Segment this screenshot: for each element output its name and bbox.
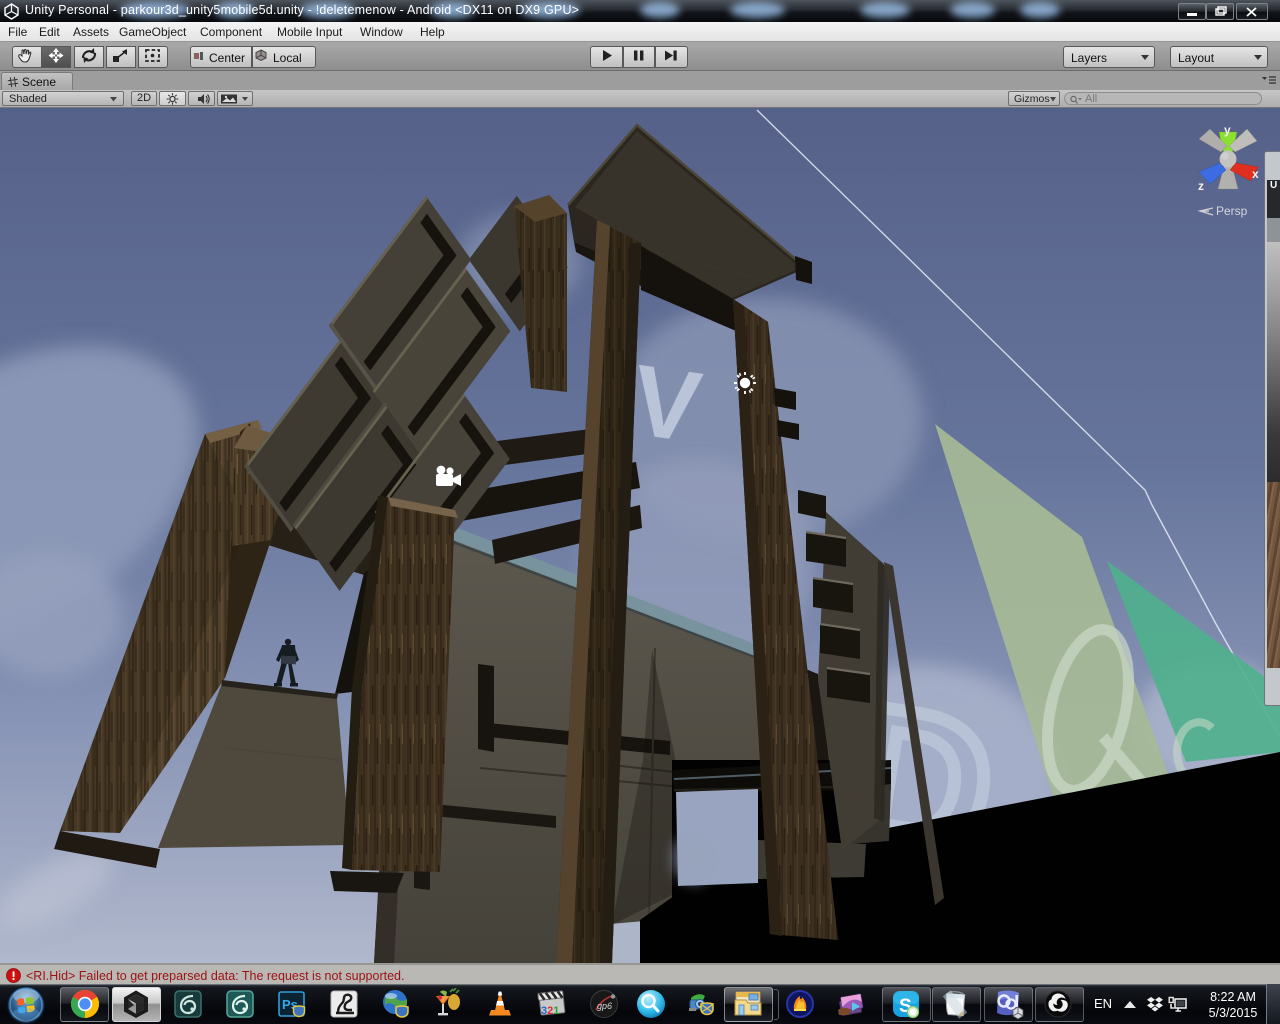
svg-text:321: 321	[541, 1005, 559, 1017]
svg-text:z: z	[1198, 179, 1204, 193]
svg-text:y: y	[1224, 123, 1231, 137]
svg-text:Persp: Persp	[1216, 204, 1248, 218]
svg-text:gp6: gp6	[597, 1001, 612, 1011]
svg-text:x: x	[1252, 167, 1259, 181]
